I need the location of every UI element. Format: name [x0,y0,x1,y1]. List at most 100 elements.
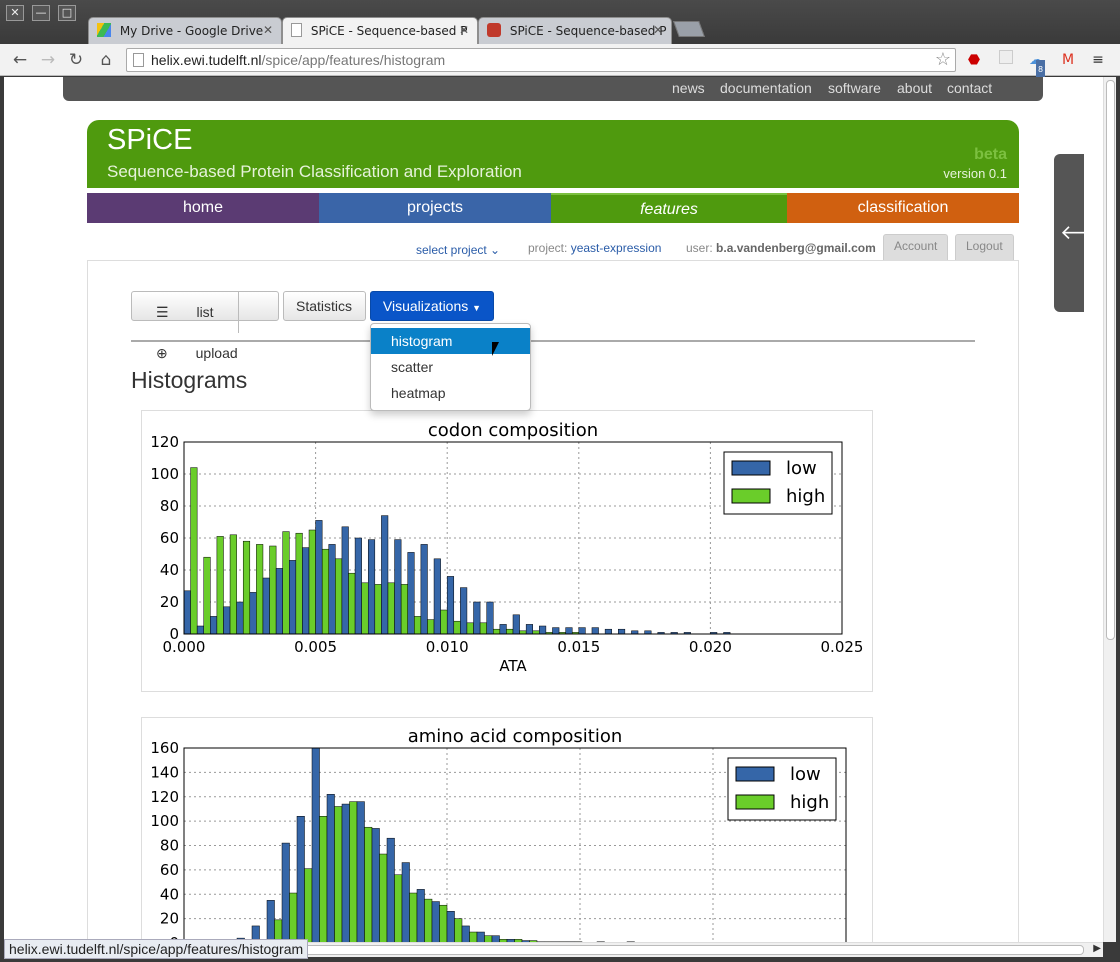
bar-low [356,801,365,942]
main-nav-projects[interactable]: projects [319,193,551,223]
legend-label: high [790,792,829,813]
nav-software[interactable]: software [828,80,881,96]
vertical-scrollbar[interactable] [1103,77,1116,942]
url-path: /spice/app/features/histogram [261,52,446,68]
back-arrow-icon[interactable]: ← [10,50,30,70]
scroll-right-icon[interactable]: ▶ [1093,943,1101,954]
window-maximize-icon[interactable]: □ [58,5,76,21]
nav-news[interactable]: news [672,80,705,96]
bar-high [414,616,422,635]
account-button[interactable]: Account [883,234,949,260]
window-close-icon[interactable]: ✕ [6,5,24,21]
chart-panel-codon: codon composition 0 20 40 60 80 100 120 0.000 0.0… [141,410,873,692]
tab-close-icon[interactable]: ✕ [263,23,273,37]
bar-low [416,889,425,942]
bar-high [308,529,316,635]
bar-low [341,803,350,942]
logout-button[interactable]: Logout [955,234,1014,260]
project-label: project: [528,241,568,255]
cloud-extension-icon[interactable]: ☁8 [1026,50,1046,80]
y-tick-label: 80 [160,837,179,855]
tab-spice-active[interactable]: SPiCE - Sequence-based P ✕ [282,17,478,44]
scrollbar-thumb[interactable] [1106,80,1115,640]
home-icon[interactable]: ⌂ [96,50,116,70]
main-nav-home[interactable]: home [87,193,319,223]
reload-icon[interactable]: ↻ [66,50,86,70]
caret-down-icon: ▼ [472,303,482,313]
menu-item-scatter[interactable]: scatter [371,354,530,380]
adblock-icon[interactable]: ⬣ [964,50,984,70]
forward-arrow-icon[interactable]: → [38,50,58,70]
tab-google-drive[interactable]: My Drive - Google Drive ✕ [88,17,282,44]
version-label: version 0.1 [943,166,1007,181]
bar-high [466,622,474,635]
list-button[interactable]: ☰ list [132,292,239,333]
menu-icon[interactable]: ≡ [1088,50,1108,70]
y-tick-label: 120 [150,788,179,806]
bar-low [512,614,520,635]
site-logo[interactable]: SPiCE [107,124,192,157]
bar-low [262,577,270,635]
window-titlebar: ✕ — □ My Drive - Google Drive ✕ SPiCE - … [0,0,1120,44]
bar-low [371,828,380,942]
tab-close-icon[interactable]: ✕ [653,23,663,37]
top-nav: news documentation software about contac… [63,77,1043,101]
bar-high [493,628,501,635]
y-tick-label: 60 [160,861,179,879]
bar-low [210,616,218,635]
visualizations-dropdown-button[interactable]: Visualizations ▼ [370,291,494,321]
legend-swatch-high [735,794,775,810]
main-nav-classification[interactable]: classification [787,193,1019,223]
y-tick-label: 60 [160,529,179,547]
new-tab-button[interactable] [673,21,705,37]
legend-swatch-low [735,766,775,782]
side-panel-tab[interactable]: 🡐 [1054,154,1103,312]
bar-low [354,537,362,635]
bar-high [321,548,330,635]
main-nav: home projects features classification [87,193,1019,223]
y-tick-label: 100 [150,812,179,830]
nav-documentation[interactable]: documentation [720,80,812,96]
bar-high [379,853,388,942]
window-minimize-icon[interactable]: — [32,5,50,21]
current-project: project: yeast-expression [528,241,661,255]
x-tick-label: 0.025 [821,638,864,656]
main-nav-features[interactable]: features [551,193,787,223]
statistics-label: Statistics [296,298,353,314]
bar-high [374,584,382,635]
extension-blank-icon[interactable] [996,50,1016,70]
page-title: Histograms [131,367,248,393]
menu-item-heatmap[interactable]: heatmap [371,380,530,406]
bookmark-star-icon[interactable]: ☆ [935,49,951,70]
nav-contact[interactable]: contact [947,80,992,96]
bar-low [460,587,468,635]
tab-close-icon[interactable]: ✕ [459,23,469,37]
bar-high [394,874,403,942]
bar-low [367,539,376,635]
nav-about[interactable]: about [897,80,932,96]
bar-low [407,552,415,635]
bar-low [565,627,573,635]
bar-low [341,526,349,635]
legend-label: low [790,764,821,785]
y-tick-label: 40 [160,561,179,579]
project-name-link[interactable]: yeast-expression [571,241,662,255]
select-project-dropdown[interactable]: select project ⌄ [416,243,500,257]
bar-low [578,627,586,635]
beta-label: beta [974,146,1007,163]
statistics-button[interactable]: Statistics [283,291,366,321]
x-axis-label: ATA [499,657,527,675]
bar-high [348,572,356,635]
bar-low [394,539,402,635]
bar-low [296,816,305,942]
list-upload-group: ☰ list ⊕ upload [131,291,279,361]
bar-high [229,534,237,635]
bar-low [486,601,494,635]
address-bar[interactable]: helix.ewi.tudelft.nl/spice/app/features/… [126,48,956,72]
bar-high [216,536,224,635]
menu-item-histogram[interactable]: histogram [371,328,530,354]
legend-label: high [786,486,825,507]
gmail-icon[interactable]: M [1058,50,1078,70]
bar-high [335,558,343,635]
tab-spice[interactable]: SPiCE - Sequence-based P ✕ [478,17,672,44]
